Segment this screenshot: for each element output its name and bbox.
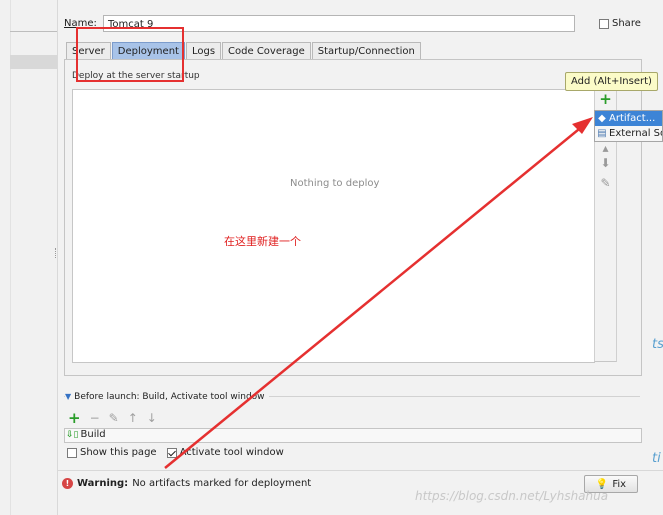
warning-message: No artifacts marked for deployment bbox=[132, 478, 312, 489]
warning-icon: ! bbox=[62, 478, 73, 489]
name-label: Name: bbox=[64, 18, 97, 29]
remove-icon[interactable]: − bbox=[90, 411, 100, 425]
left-panel-divider bbox=[10, 31, 57, 32]
before-launch-list[interactable] bbox=[64, 428, 642, 443]
tab-code-coverage[interactable]: Code Coverage bbox=[222, 42, 311, 60]
config-tabs: Server Deployment Logs Code Coverage Sta… bbox=[66, 42, 422, 60]
activate-tool-window-checkbox[interactable] bbox=[166, 447, 177, 458]
left-panel-border bbox=[10, 0, 11, 515]
launch-options: Show this page Activate tool window bbox=[67, 447, 284, 458]
warning-bar: ! Warning: No artifacts marked for deplo… bbox=[62, 478, 311, 489]
menu-item-artifact-label: Artifact... bbox=[609, 113, 656, 124]
remove-icon[interactable]: ▴ bbox=[595, 141, 616, 155]
edge-text-fragment: ts bbox=[652, 337, 663, 352]
before-launch-header[interactable]: ▼ Before launch: Build, Activate tool win… bbox=[65, 392, 269, 402]
deploy-section-label: Deploy at the server startup bbox=[72, 71, 200, 81]
edit-icon[interactable]: ✎ bbox=[595, 176, 616, 190]
menu-item-artifact[interactable]: ◆ Artifact... bbox=[595, 111, 662, 126]
artifact-icon: ◆ bbox=[598, 113, 606, 124]
activate-tool-window-label: Activate tool window bbox=[179, 447, 284, 458]
show-page-checkbox[interactable] bbox=[67, 447, 77, 458]
tab-startup-connection[interactable]: Startup/Connection bbox=[311, 42, 421, 60]
tab-server[interactable]: Server bbox=[66, 42, 111, 60]
share-checkbox-box[interactable] bbox=[599, 18, 609, 29]
deploy-artifact-list[interactable] bbox=[72, 89, 595, 363]
share-label: Share bbox=[612, 18, 641, 29]
tab-logs[interactable]: Logs bbox=[185, 42, 222, 60]
warning-label: Warning: bbox=[77, 478, 129, 489]
add-popup-menu: ◆ Artifact... ▤ External So bbox=[594, 110, 663, 142]
before-launch-toolbar: + − ✎ ↑ ↓ bbox=[68, 409, 157, 427]
build-icon: ⇩▯ bbox=[66, 429, 79, 440]
move-up-icon[interactable]: ↑ bbox=[128, 411, 138, 425]
move-down-icon[interactable]: ⬇ bbox=[595, 156, 616, 170]
before-launch-title: Before launch: Build, Activate tool wind… bbox=[74, 392, 265, 402]
share-checkbox[interactable]: Share bbox=[599, 18, 641, 29]
list-item[interactable]: ⇩▯ Build bbox=[66, 429, 106, 440]
show-page-label: Show this page bbox=[80, 447, 157, 458]
fix-button-label: Fix bbox=[612, 478, 627, 490]
edge-text-fragment: ti bbox=[652, 451, 661, 466]
menu-item-external-source[interactable]: ▤ External So bbox=[595, 126, 662, 141]
add-tooltip: Add (Alt+Insert) bbox=[565, 72, 658, 91]
watermark: https://blog.csdn.net/Lyhshahua bbox=[415, 489, 609, 503]
add-icon[interactable]: + bbox=[68, 409, 81, 427]
menu-item-external-source-label: External So bbox=[609, 128, 662, 139]
external-source-icon: ▤ bbox=[597, 128, 607, 139]
edit-icon[interactable]: ✎ bbox=[109, 411, 119, 425]
build-item-label: Build bbox=[80, 429, 106, 440]
name-field[interactable]: Tomcat 9 bbox=[103, 15, 575, 32]
collapse-triangle-icon[interactable]: ▼ bbox=[65, 392, 71, 401]
add-icon[interactable]: + bbox=[595, 92, 616, 107]
move-down-icon[interactable]: ↓ bbox=[147, 411, 157, 425]
annotation-text: 在这里新建一个 bbox=[224, 235, 301, 248]
tab-deployment[interactable]: Deployment bbox=[111, 42, 185, 60]
config-tree-selected-item[interactable] bbox=[10, 55, 57, 69]
lightbulb-icon: 💡 bbox=[595, 478, 609, 490]
left-config-tree-panel bbox=[0, 0, 58, 515]
bottom-divider bbox=[58, 470, 663, 471]
empty-list-text: Nothing to deploy bbox=[290, 178, 380, 189]
